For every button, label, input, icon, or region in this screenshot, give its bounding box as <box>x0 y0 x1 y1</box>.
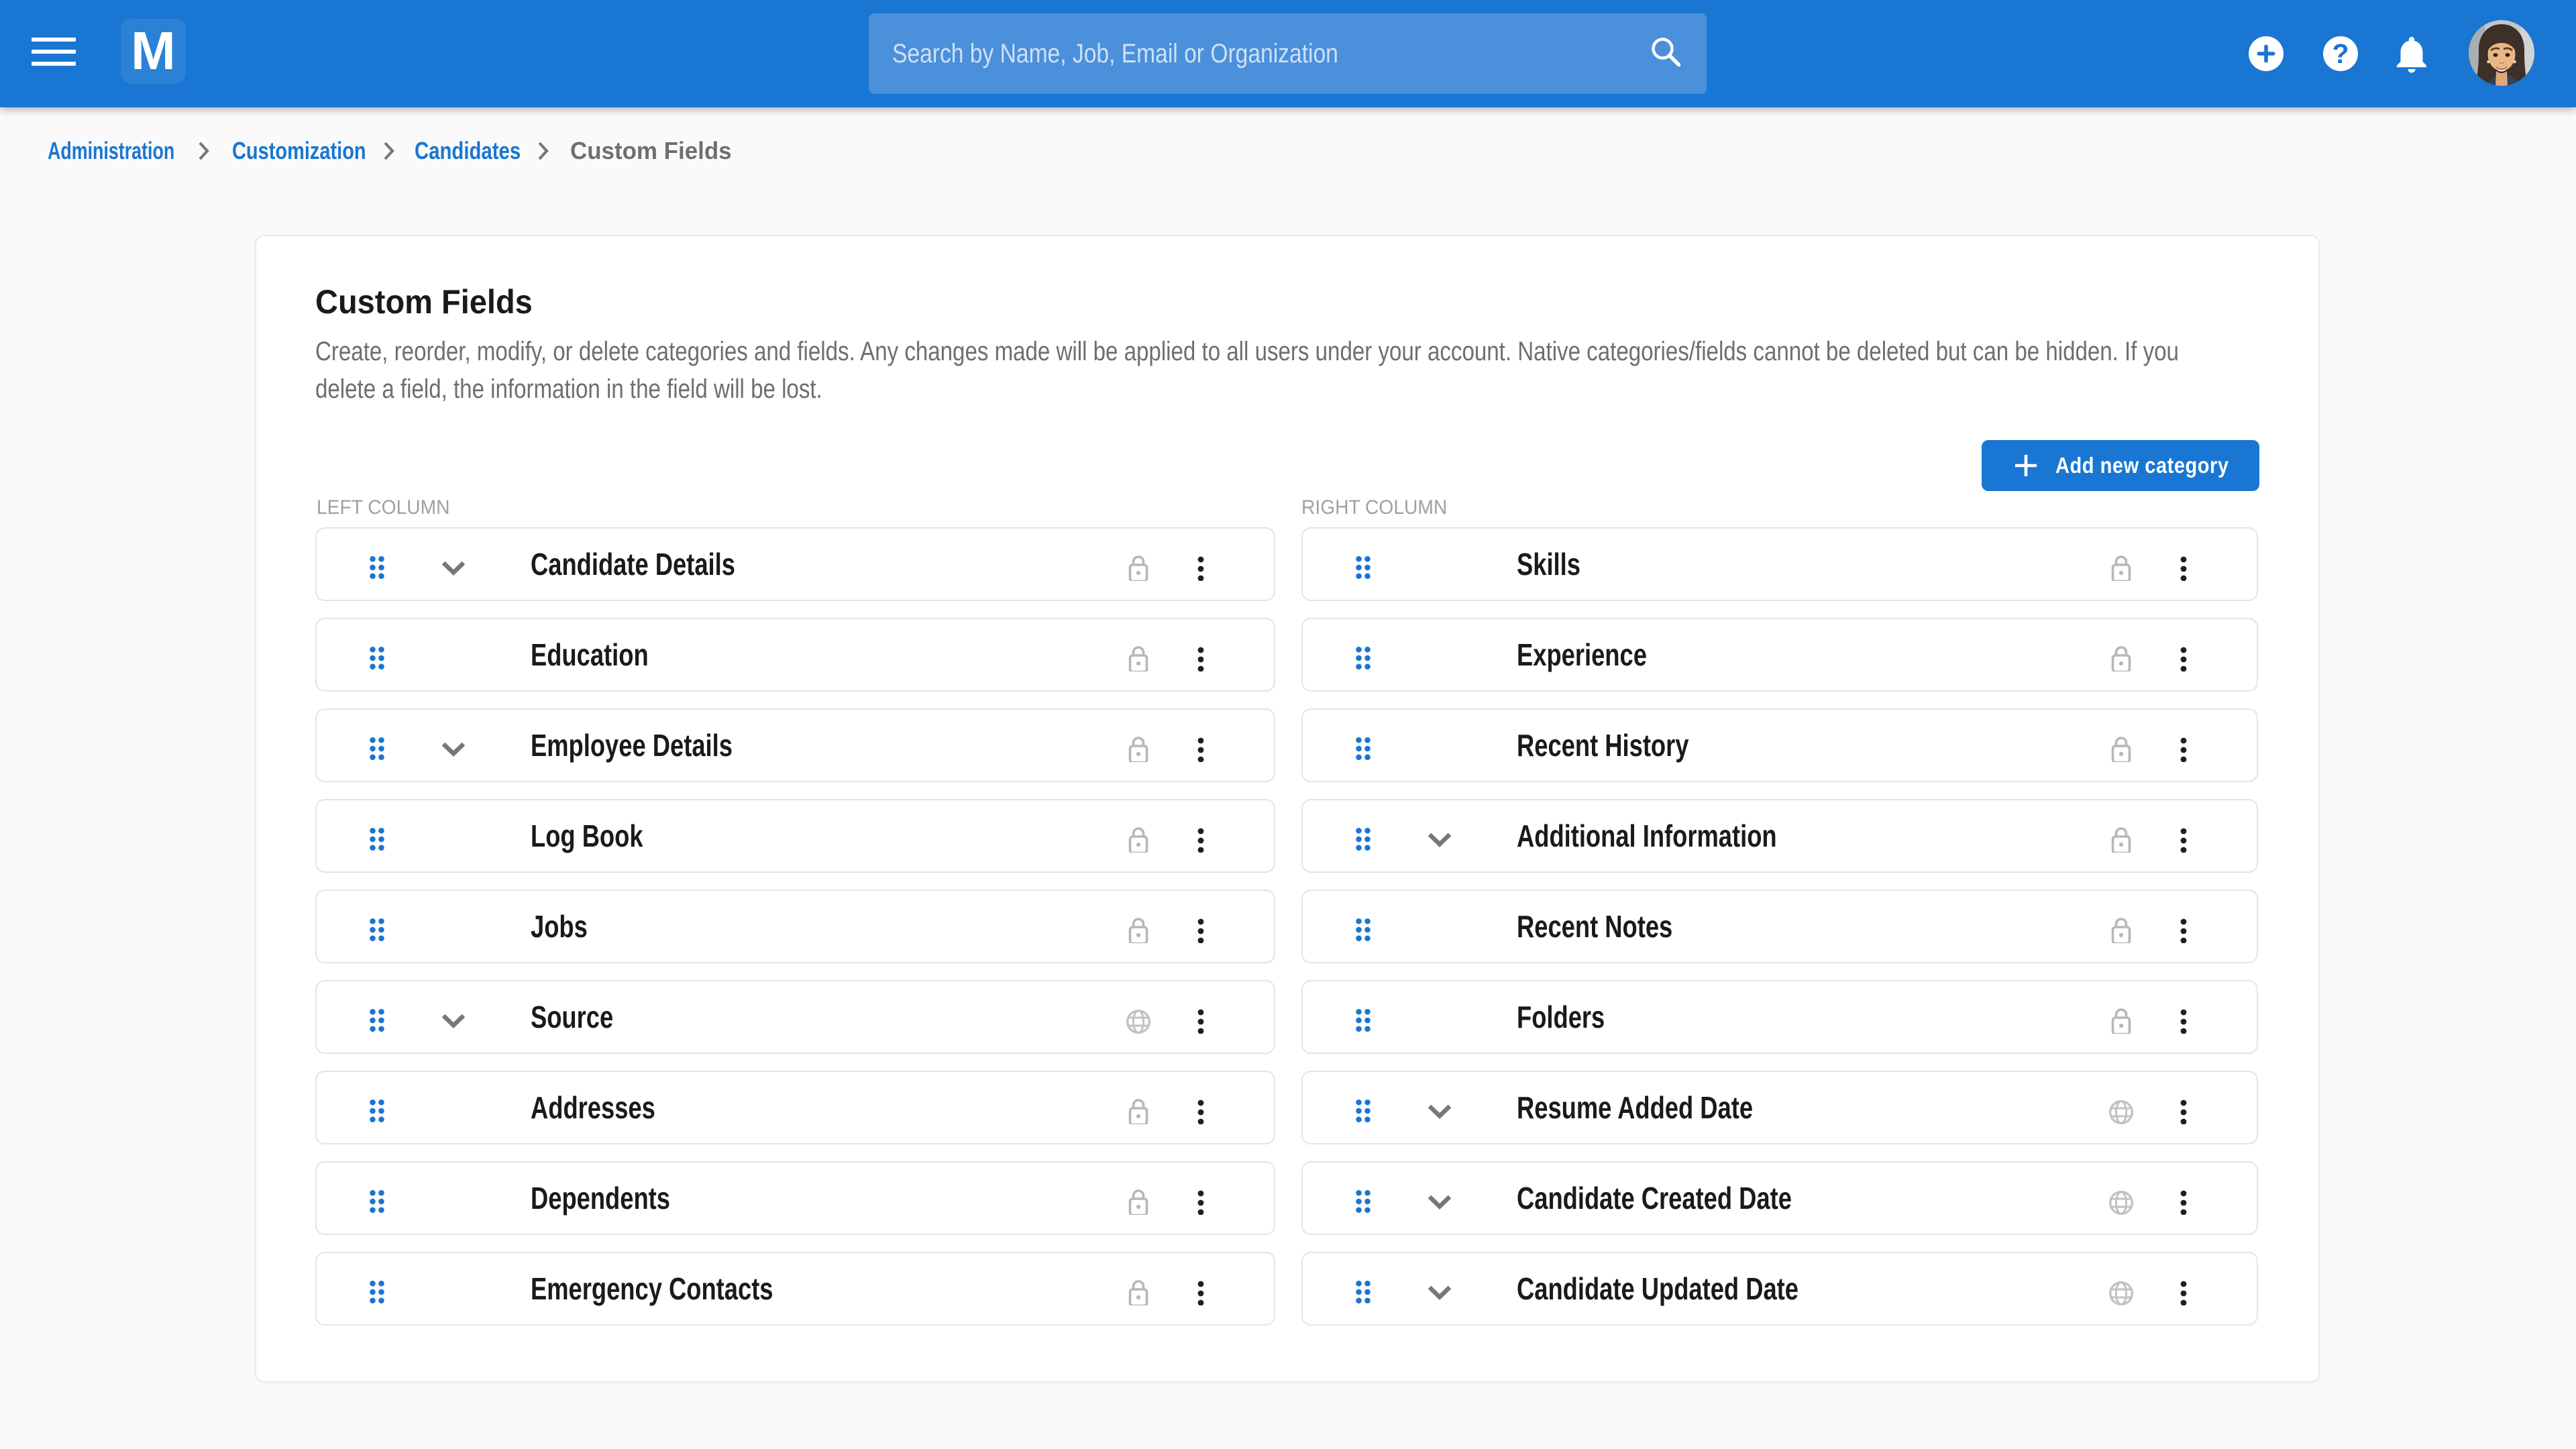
svg-text:?: ? <box>2332 38 2349 69</box>
